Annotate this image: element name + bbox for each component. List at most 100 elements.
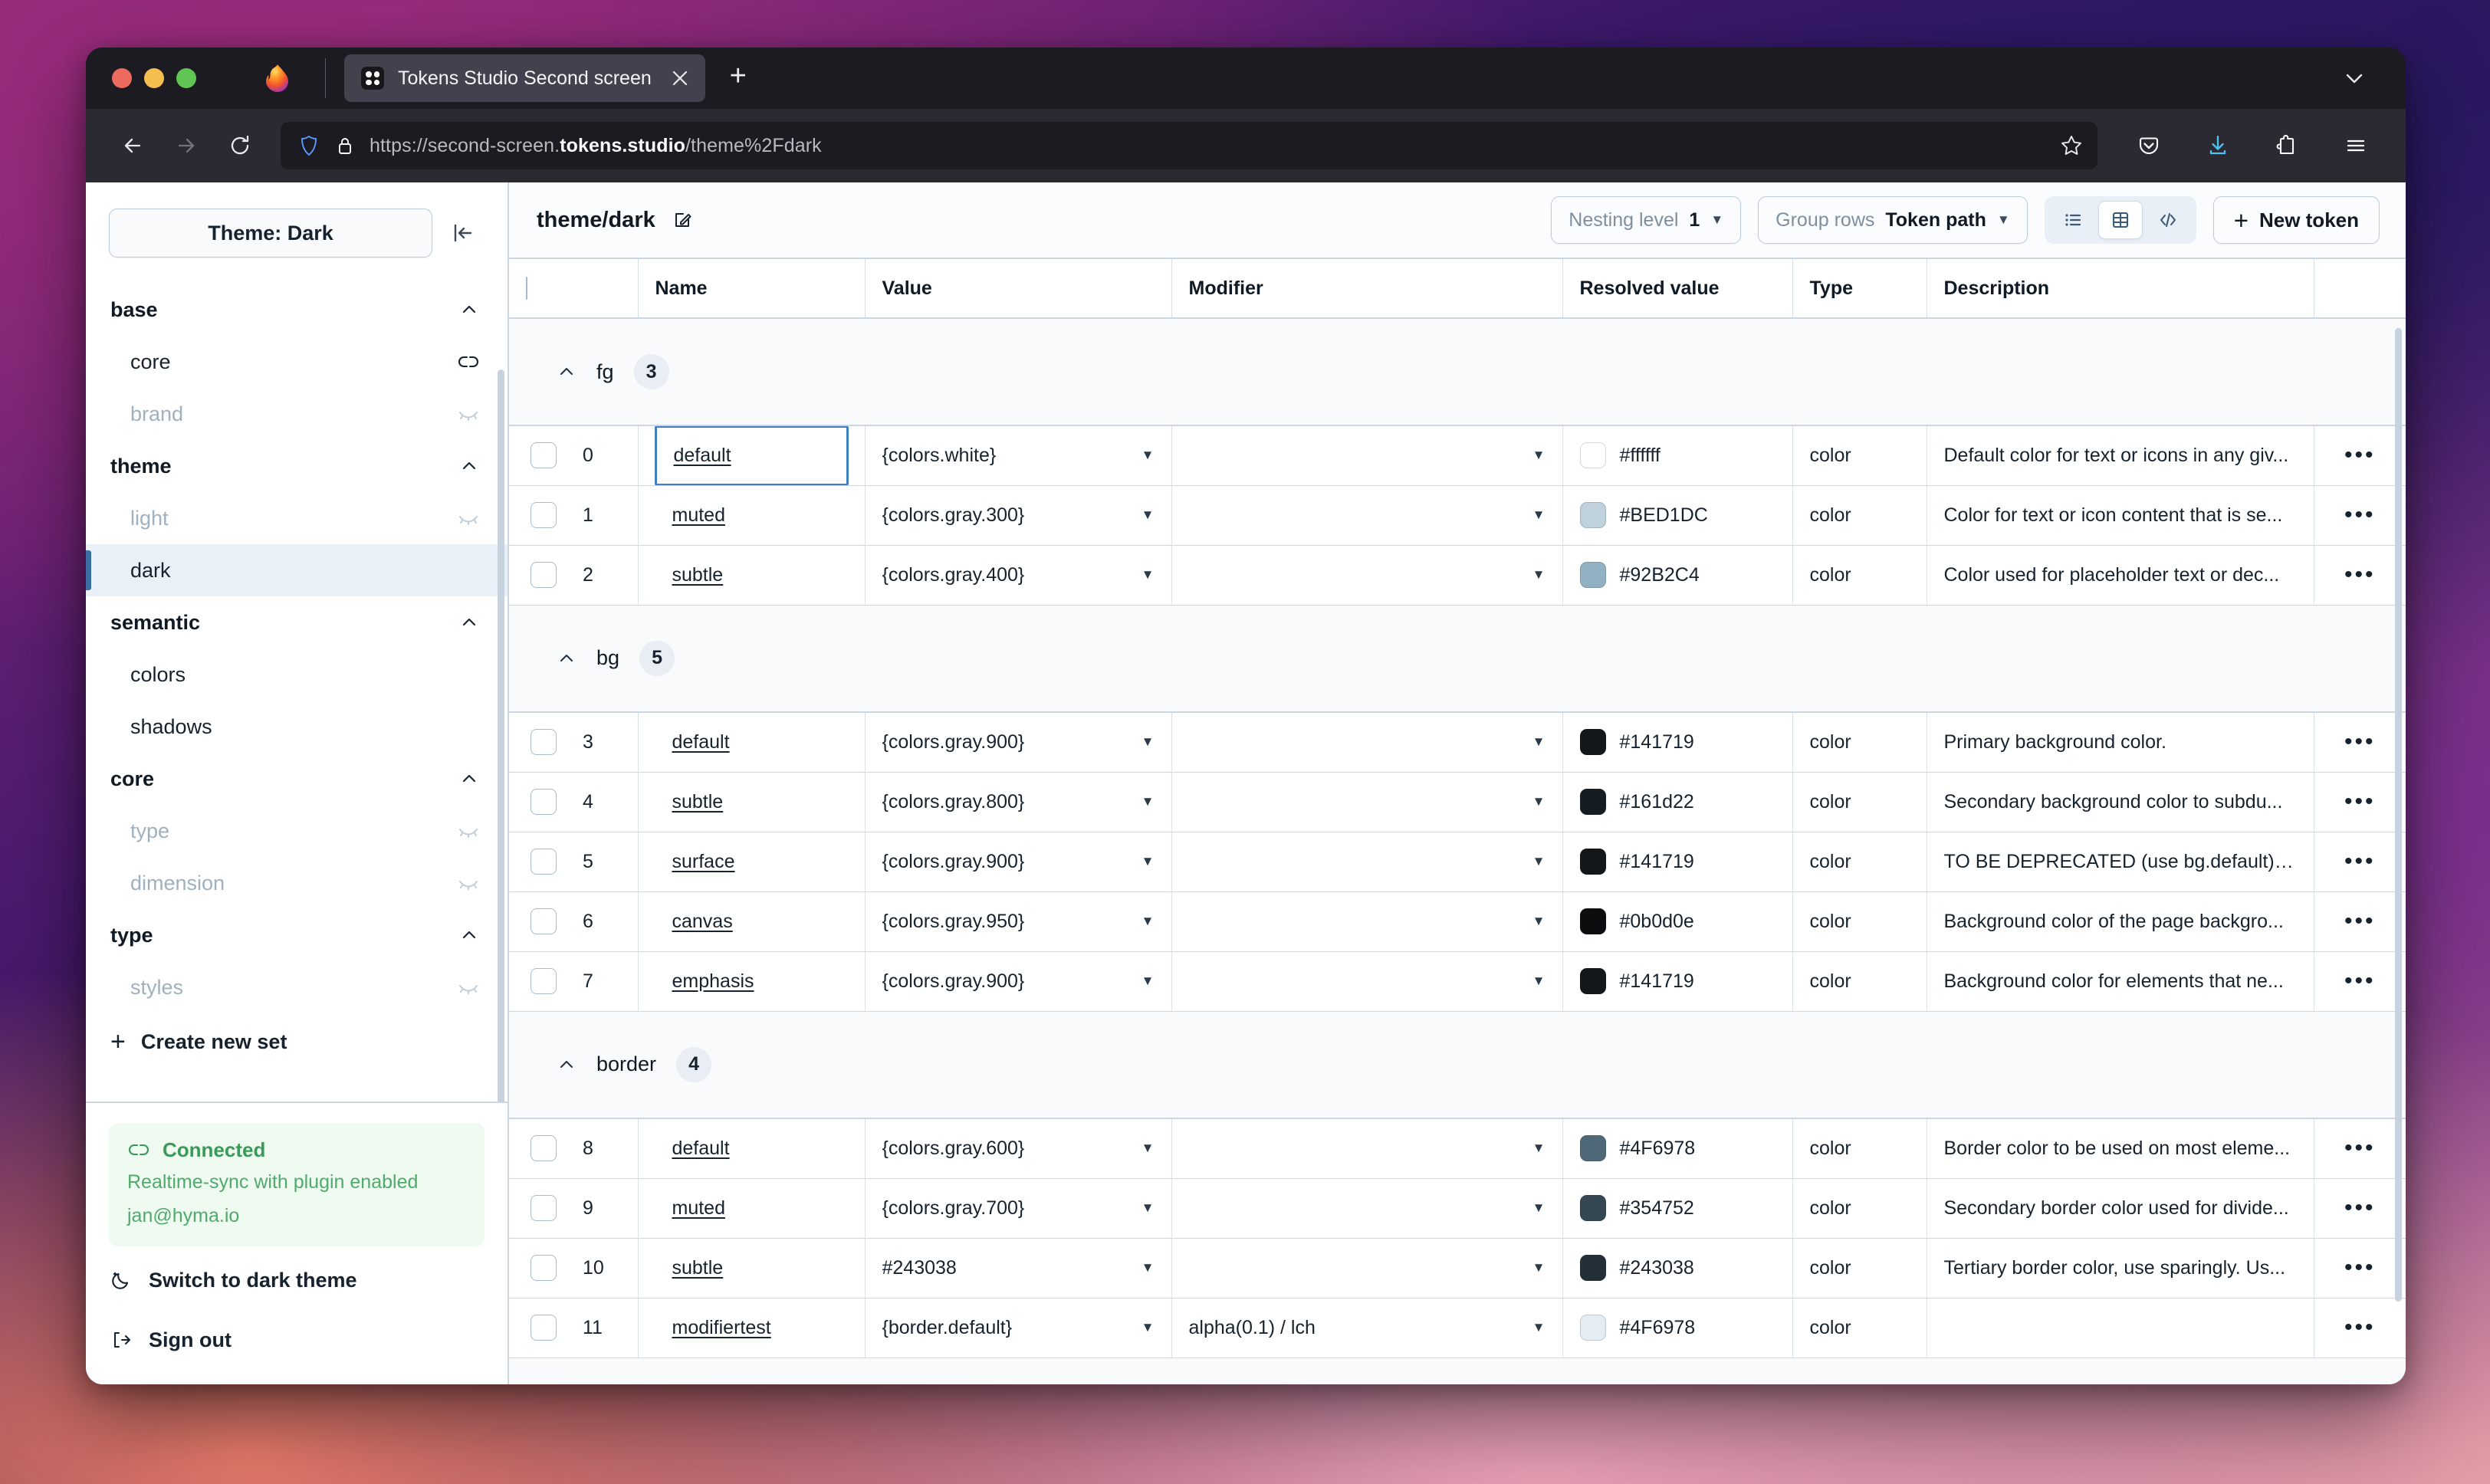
eye-closed-icon[interactable] [457, 819, 480, 842]
group-row-accent[interactable]: accent 6 [509, 1358, 2406, 1384]
token-value-cell[interactable]: {colors.gray.800} ▼ [865, 772, 1172, 832]
select-all-checkbox[interactable] [526, 276, 527, 300]
chevron-up-icon[interactable] [557, 648, 577, 668]
table-row[interactable]: 5 surface {colors.gray.900} ▼ ▼ #141719 c… [509, 832, 2406, 892]
chevron-up-icon[interactable] [458, 612, 480, 633]
token-value-cell[interactable]: #243038 ▼ [865, 1238, 1172, 1298]
bookmark-star-icon[interactable] [2059, 133, 2084, 158]
token-modifier-cell[interactable]: ▼ [1171, 832, 1563, 892]
row-menu-icon[interactable]: ••• [2331, 1256, 2390, 1279]
token-name-cell[interactable]: default [638, 425, 866, 486]
eye-closed-icon[interactable] [457, 507, 480, 530]
row-menu-icon[interactable]: ••• [2331, 1137, 2390, 1160]
new-tab-button[interactable]: + [719, 59, 757, 97]
minimize-window-button[interactable] [144, 68, 164, 88]
table-row[interactable]: 3 default {colors.gray.900} ▼ ▼ #141719 c… [509, 712, 2406, 773]
row-checkbox[interactable] [531, 1255, 557, 1281]
row-checkbox[interactable] [531, 1315, 557, 1341]
forward-arrow-icon[interactable] [161, 120, 212, 171]
token-modifier-cell[interactable]: ▼ [1171, 951, 1563, 1012]
download-icon[interactable] [2193, 120, 2243, 171]
row-checkbox[interactable] [531, 502, 557, 528]
group-rows-dropdown[interactable]: Group rows Token path ▼ [1758, 196, 2028, 244]
token-value-cell[interactable]: {colors.gray.900} ▼ [865, 832, 1172, 892]
table-row[interactable]: 4 subtle {colors.gray.800} ▼ ▼ #161d22 co… [509, 772, 2406, 832]
sidebar-group-theme[interactable]: theme [86, 440, 508, 492]
token-name-cell[interactable]: muted [638, 485, 866, 546]
column-header-type[interactable]: Type [1792, 258, 1927, 319]
maximize-window-button[interactable] [176, 68, 196, 88]
token-modifier-cell[interactable]: ▼ [1171, 485, 1563, 546]
token-modifier-cell[interactable]: ▼ [1171, 545, 1563, 606]
table-row[interactable]: 2 subtle {colors.gray.400} ▼ ▼ #92B2C4 c… [509, 545, 2406, 606]
chevron-up-icon[interactable] [557, 362, 577, 382]
close-window-button[interactable] [112, 68, 132, 88]
chevron-up-icon[interactable] [458, 299, 480, 320]
chevron-up-icon[interactable] [458, 455, 480, 477]
new-token-button[interactable]: + New token [2212, 196, 2380, 244]
row-checkbox[interactable] [531, 789, 557, 815]
row-menu-icon[interactable]: ••• [2331, 970, 2390, 993]
token-name-cell[interactable]: surface [638, 832, 866, 892]
sidebar-item-brand[interactable]: brand [86, 388, 508, 440]
sidebar-item-dimension[interactable]: dimension [86, 857, 508, 909]
table-row[interactable]: 10 subtle #243038 ▼ ▼ #243038 color Terti… [509, 1238, 2406, 1298]
token-name-cell[interactable]: subtle [638, 772, 866, 832]
sidebar-group-base[interactable]: base [86, 284, 508, 336]
token-value-cell[interactable]: {colors.gray.600} ▼ [865, 1118, 1172, 1179]
token-modifier-cell[interactable]: ▼ [1171, 891, 1563, 952]
token-value-cell[interactable]: {colors.gray.400} ▼ [865, 545, 1172, 606]
row-menu-icon[interactable]: ••• [2331, 504, 2390, 527]
row-menu-icon[interactable]: ••• [2331, 1197, 2390, 1220]
row-checkbox[interactable] [531, 908, 557, 934]
group-row-bg[interactable]: bg 5 [509, 605, 2406, 713]
token-name-cell[interactable]: subtle [638, 545, 866, 606]
column-header-name[interactable]: Name [638, 258, 866, 319]
token-value-cell[interactable]: {border.default} ▼ [865, 1298, 1172, 1358]
token-name-cell[interactable]: canvas [638, 891, 866, 952]
table-scrollbar[interactable] [2395, 328, 2402, 1302]
row-checkbox[interactable] [531, 968, 557, 994]
token-value-cell[interactable]: {colors.gray.900} ▼ [865, 951, 1172, 1012]
table-view-icon[interactable] [2097, 201, 2143, 239]
sidebar-group-core[interactable]: core [86, 753, 508, 805]
url-bar[interactable]: https://second-screen.tokens.studio/them… [281, 122, 2097, 169]
token-name-cell[interactable]: modifiertest [638, 1298, 866, 1358]
token-modifier-cell[interactable]: ▼ [1171, 1118, 1563, 1179]
row-checkbox[interactable] [531, 442, 557, 469]
token-value-cell[interactable]: {colors.gray.700} ▼ [865, 1178, 1172, 1239]
edit-icon[interactable] [671, 208, 694, 231]
list-all-tabs-icon[interactable] [2341, 65, 2367, 91]
row-menu-icon[interactable]: ••• [2331, 850, 2390, 873]
reload-icon[interactable] [215, 120, 265, 171]
row-menu-icon[interactable]: ••• [2331, 790, 2390, 813]
link-icon[interactable] [457, 350, 480, 373]
list-view-icon[interactable] [2051, 201, 2095, 239]
chevron-up-icon[interactable] [458, 924, 480, 946]
row-checkbox[interactable] [531, 1195, 557, 1221]
row-menu-icon[interactable]: ••• [2331, 731, 2390, 753]
chevron-up-icon[interactable] [557, 1055, 577, 1075]
column-header-resolved-value[interactable]: Resolved value [1562, 258, 1793, 319]
code-view-icon[interactable] [2146, 201, 2190, 239]
collapse-sidebar-icon[interactable] [440, 211, 485, 255]
token-name-cell[interactable]: muted [638, 1178, 866, 1239]
token-value-cell[interactable]: {colors.gray.900} ▼ [865, 712, 1172, 773]
token-modifier-cell[interactable]: ▼ [1171, 1238, 1563, 1298]
sidebar-group-type[interactable]: type [86, 909, 508, 961]
token-modifier-cell[interactable]: ▼ [1171, 772, 1563, 832]
table-row[interactable]: 11 modifiertest {border.default} ▼ alpha(… [509, 1298, 2406, 1358]
pocket-icon[interactable] [2124, 120, 2174, 171]
shield-icon[interactable] [297, 134, 320, 157]
row-checkbox[interactable] [531, 729, 557, 756]
sidebar-group-semantic[interactable]: semantic [86, 596, 508, 648]
column-header-value[interactable]: Value [865, 258, 1172, 319]
eye-closed-icon[interactable] [457, 872, 480, 895]
eye-closed-icon[interactable] [457, 976, 480, 999]
token-name-cell[interactable]: default [638, 1118, 866, 1179]
table-row[interactable]: 1 muted {colors.gray.300} ▼ ▼ #BED1DC co… [509, 485, 2406, 546]
row-checkbox[interactable] [531, 562, 557, 588]
table-row[interactable]: 0 default {colors.white} ▼ ▼ #ffffff col… [509, 425, 2406, 486]
create-new-set-button[interactable]: + Create new set [86, 1013, 508, 1075]
sign-out-button[interactable]: Sign out [109, 1314, 485, 1366]
